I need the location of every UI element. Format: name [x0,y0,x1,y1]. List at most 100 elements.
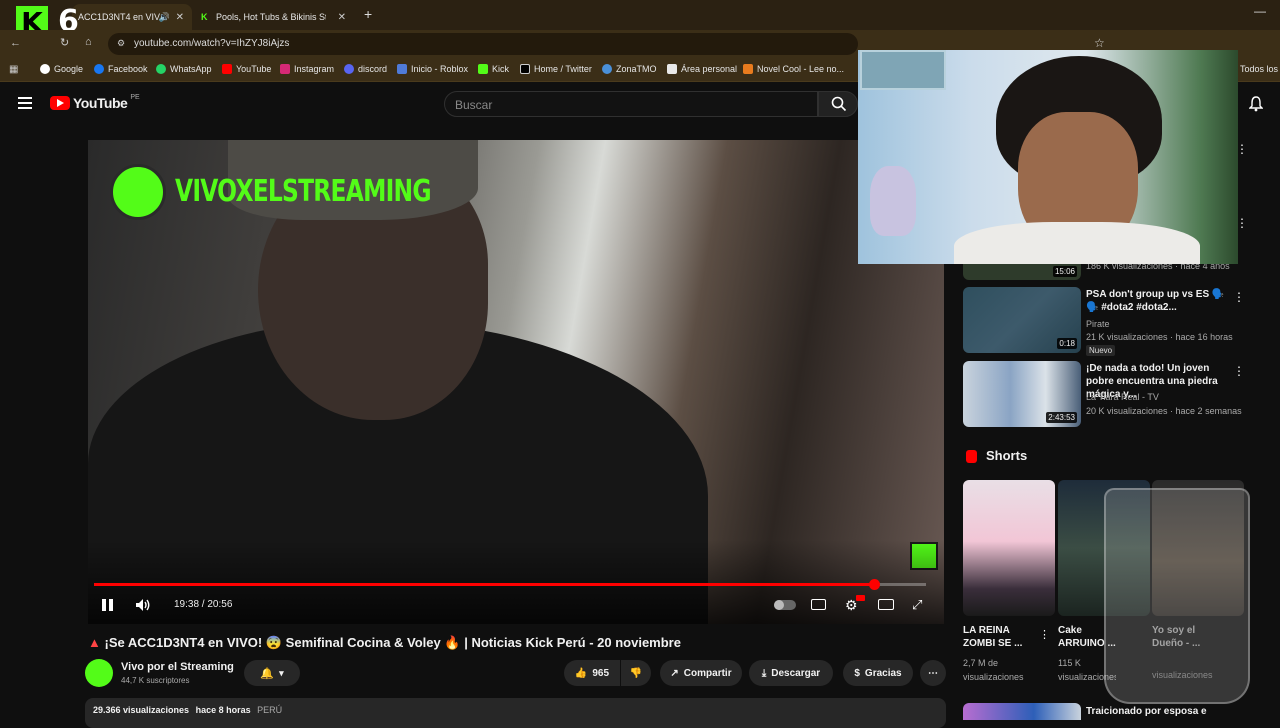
bookmark-whatsapp[interactable]: WhatsApp [156,64,212,74]
like-count: 965 [592,667,610,679]
country-tag: PERÚ [257,705,283,715]
sidebar-thumb-1[interactable]: 0:18 [963,287,1081,353]
hd-badge [856,595,865,601]
view-count-line: 29.366 visualizaciones hace 8 horas PERÚ [93,705,282,715]
url-field[interactable]: ⚙ youtube.com/watch?v=IhZYJ8iAjzs [108,33,858,55]
duration-badge: 15:06 [1052,266,1077,277]
webcam-overlay [858,50,1238,264]
bookmark-facebook[interactable]: Facebook [94,64,148,74]
more-icon: ⋯ [928,667,938,679]
thanks-icon: $ [854,667,860,679]
bookmark-youtube[interactable]: YouTube [222,64,271,74]
video-title: ▲ ¡Se ACC1D3NT4 en VIVO! 😨 Semifinal Coc… [88,635,938,651]
short-views-0: 2,7 M de visualizaciones [963,658,1024,682]
progress-knob[interactable] [869,579,880,590]
next-thumb[interactable] [963,703,1081,720]
share-button[interactable]: ↗ Compartir [660,660,742,686]
bookmark-kick[interactable]: Kick [478,64,509,74]
bell-icon: 🔔 [260,667,275,680]
bookmark-novel-cool[interactable]: Novel Cool - Lee no... [743,64,844,74]
short-title-0[interactable]: LA REINA ZOMBI SE ... [963,624,1035,650]
hamburger-menu-icon[interactable] [18,97,32,109]
sidebar-channel-1[interactable]: Pirate [1086,319,1110,329]
apps-icon[interactable]: ▦ [9,64,18,75]
controls-gradient [88,540,944,624]
new-badge: Nuevo [1086,345,1116,356]
bookmark-discord[interactable]: discord [344,64,387,74]
pause-button[interactable] [102,599,114,611]
thanks-button[interactable]: $ Gracias [843,660,913,686]
channel-avatar[interactable] [85,659,113,687]
thumbs-up-icon: 👍 [574,667,588,679]
close-tab-icon[interactable]: ✕ [338,12,346,23]
close-tab-icon[interactable]: ✕ [176,12,184,23]
glass-overlay-graphic [1104,488,1250,704]
reload-icon[interactable]: ↻ [60,36,69,49]
progress-track[interactable] [94,579,926,590]
search-button[interactable] [818,91,858,117]
download-label: Descargar [771,667,821,679]
title-mid: Semifinal Cocina & Voley [285,635,441,650]
site-info-icon[interactable]: ⚙ [117,38,125,49]
sidebar-title-1[interactable]: PSA don't group up vs ES 🗣️🗣️ #dota2 #do… [1086,288,1226,314]
bookmark-other[interactable]: Todos los [1240,64,1278,74]
webcam-wall-poster [860,50,946,90]
autoplay-toggle[interactable] [774,600,796,610]
overlay-channel-name: VIVOXELSTREAMING [175,174,432,209]
sidebar-meta-1: 21 K visualizaciones · hace 16 horas [1086,332,1233,342]
duration-badge: 0:18 [1057,338,1077,349]
bookmark-roblox[interactable]: Inicio - Roblox [397,64,468,74]
back-icon[interactable]: ← [10,37,21,49]
channel-name[interactable]: Vivo por el Streaming [121,661,234,673]
search-icon [831,96,847,112]
subscribed-notification-button[interactable]: 🔔 ▾ [244,660,300,686]
home-icon[interactable]: ⌂ [85,36,92,48]
short-thumb-0[interactable] [963,480,1055,616]
webcam-plush-figure [870,166,916,236]
sidebar-channel-2[interactable]: La Tiara Real - TV [1086,392,1159,402]
subscriber-count: 44,7 K suscriptores [121,676,190,685]
tab-2[interactable]: K Pools, Hot Tubs & Bikinis Stream ✕ [196,4,354,30]
notifications-bell-icon[interactable] [1248,96,1264,112]
title-prefix: ¡Se ACC1D3NT4 en VIVO! [104,635,263,650]
sidebar-more-icon[interactable]: ⋮ [1233,290,1245,304]
bookmark-star-icon[interactable]: ☆ [1094,36,1105,50]
video-player[interactable]: VIVOXELSTREAMING 19:38 / 20:56 ⚙ ⤢ [88,140,944,624]
bookmark-area-personal[interactable]: Área personal [667,64,737,74]
duration-badge: 2:43:53 [1046,412,1077,423]
youtube-play-icon [50,96,70,110]
search-input[interactable]: Buscar [444,91,818,117]
next-title[interactable]: Traicionado por esposa e [1086,705,1207,718]
minimize-icon[interactable]: — [1254,4,1266,18]
theater-mode-icon[interactable] [878,599,894,610]
bookmark-google[interactable]: Google [40,64,83,74]
shorts-icon [966,450,977,463]
siren-icon: ▲ [88,635,101,650]
progress-fill [94,583,874,586]
new-tab-icon[interactable]: + [364,6,372,22]
tab-title: Pools, Hot Tubs & Bikinis Stream [216,12,326,22]
download-button[interactable]: ⤓ Descargar [749,660,833,686]
bookmark-twitter[interactable]: Home / Twitter [520,64,592,74]
title-suffix: | Noticias Kick Perú - 20 noviembre [464,635,681,650]
sidebar-thumb-2[interactable]: 2:43:53 [963,361,1081,427]
fullscreen-icon[interactable]: ⤢ [912,597,922,613]
time-display: 19:38 / 20:56 [174,599,233,610]
short-more-icon[interactable]: ⋮ [1039,628,1050,641]
region-code: PE [130,93,140,101]
youtube-logo[interactable]: YouTube PE [50,93,140,111]
fire-emoji-icon: 🔥 [444,635,461,650]
volume-icon[interactable] [135,598,151,612]
dislike-button[interactable]: 👎 [621,660,651,686]
sidebar-more-icon[interactable]: ⋮ [1233,364,1245,378]
like-button[interactable]: 👍 965 [564,660,620,686]
bookmark-zonatmo[interactable]: ZonaTMO [602,64,657,74]
tab-active[interactable]: ACC1D3NT4 en VIV 🔊 ✕ [72,4,192,30]
chevron-down-icon: ▾ [279,667,284,678]
subtitles-icon[interactable] [811,599,826,610]
bookmark-instagram[interactable]: Instagram [280,64,334,74]
url-text: youtube.com/watch?v=IhZYJ8iAjzs [134,38,290,49]
shorts-heading: Shorts [986,448,1028,463]
more-actions-button[interactable]: ⋯ [920,660,946,686]
sidebar-meta-2: 20 K visualizaciones · hace 2 semanas [1086,406,1242,416]
